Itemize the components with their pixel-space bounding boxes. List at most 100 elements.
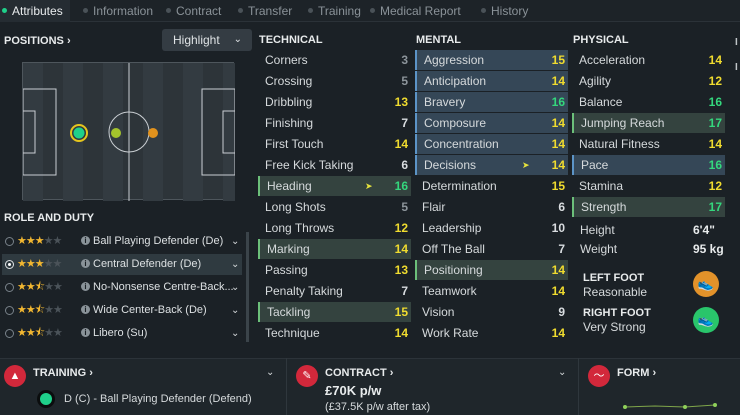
attribute-row-flair[interactable]: Flair 6 xyxy=(415,197,568,217)
attribute-name: Dribbling xyxy=(265,95,313,109)
attribute-row-agility[interactable]: Agility 12 xyxy=(572,71,725,91)
training-heading[interactable]: TRAINING › xyxy=(33,367,93,379)
attribute-row-vision[interactable]: Vision 9 xyxy=(415,302,568,322)
tab-transfer[interactable]: Transfer xyxy=(236,0,304,22)
attribute-row-bravery[interactable]: Bravery 16 xyxy=(415,92,568,112)
attribute-row-dribbling[interactable]: Dribbling 13 xyxy=(258,92,411,112)
tab-training[interactable]: Training xyxy=(306,0,366,22)
attribute-row-crossing[interactable]: Crossing 5 xyxy=(258,71,411,91)
attribute-value: 14 xyxy=(394,137,408,151)
tab-dot-icon xyxy=(370,8,375,13)
role-duty-heading: ROLE AND DUTY xyxy=(4,212,95,224)
right-foot-boot-icon: 👟 xyxy=(693,307,719,333)
attribute-row-off-the-ball[interactable]: Off The Ball 7 xyxy=(415,239,568,259)
attribute-name: Corners xyxy=(265,53,308,67)
highlight-dropdown[interactable]: Highlight ⌄ xyxy=(162,29,252,51)
attribute-row-decisions[interactable]: Decisions ➤ 14 xyxy=(415,155,568,175)
role-row[interactable]: ★★★★★ i Central Defender (De) ⌄ xyxy=(2,254,242,275)
attribute-row-pace[interactable]: Pace 16 xyxy=(572,155,725,175)
attribute-row-natural-fitness[interactable]: Natural Fitness 14 xyxy=(572,134,725,154)
positions-heading[interactable]: POSITIONS › xyxy=(4,35,71,47)
attribute-row-acceleration[interactable]: Acceleration 14 xyxy=(572,50,725,70)
info-icon[interactable]: i xyxy=(81,282,90,291)
tab-dot-icon xyxy=(166,8,171,13)
attribute-row-balance[interactable]: Balance 16 xyxy=(572,92,725,112)
attribute-row-aggression[interactable]: Aggression 15 xyxy=(415,50,568,70)
tab-medical-report[interactable]: Medical Report xyxy=(368,0,476,22)
attribute-value: 14 xyxy=(551,158,565,172)
contract-heading[interactable]: CONTRACT › xyxy=(325,367,393,379)
attribute-row-concentration[interactable]: Concentration 14 xyxy=(415,134,568,154)
attribute-row-technique[interactable]: Technique 14 xyxy=(258,323,411,343)
attribute-value: 9 xyxy=(558,305,565,319)
role-radio[interactable] xyxy=(5,283,14,292)
attribute-row-long-throws[interactable]: Long Throws 12 xyxy=(258,218,411,238)
attribute-name: Agility xyxy=(579,74,612,88)
attribute-row-first-touch[interactable]: First Touch 14 xyxy=(258,134,411,154)
attribute-row-determination[interactable]: Determination 15 xyxy=(415,176,568,196)
attribute-name: Tackling xyxy=(267,305,311,319)
attribute-row-anticipation[interactable]: Anticipation 14 xyxy=(415,71,568,91)
attribute-row-composure[interactable]: Composure 14 xyxy=(415,113,568,133)
role-row[interactable]: ★★⯪★★ i Libero (Su) ⌄ xyxy=(2,323,242,344)
attribute-value: 14 xyxy=(394,242,408,256)
chevron-down-icon[interactable]: ⌄ xyxy=(231,300,239,321)
attribute-row-teamwork[interactable]: Teamwork 14 xyxy=(415,281,568,301)
left-foot-label: LEFT FOOT xyxy=(583,272,645,284)
role-radio[interactable] xyxy=(5,260,14,269)
chevron-down-icon[interactable]: ⌄ xyxy=(231,254,239,275)
attribute-value: 14 xyxy=(551,137,565,151)
info-icon[interactable]: i xyxy=(81,305,90,314)
tab-contract[interactable]: Contract xyxy=(164,0,234,22)
attribute-row-jumping-reach[interactable]: Jumping Reach 17 xyxy=(572,113,725,133)
role-name: Libero (Su) xyxy=(93,327,148,339)
tab-label: Attributes xyxy=(12,4,63,18)
attribute-name: Bravery xyxy=(424,95,466,109)
positions-pitch[interactable] xyxy=(22,62,235,201)
role-radio[interactable] xyxy=(5,237,14,246)
attribute-value: 17 xyxy=(708,116,722,130)
role-row[interactable]: ★★⯪★★ i Wide Center-Back (De) ⌄ xyxy=(2,300,242,321)
attribute-row-heading[interactable]: Heading ➤ 16 xyxy=(258,176,411,196)
progress-arrow-icon: ➤ xyxy=(365,181,373,191)
pitch-diagram xyxy=(23,63,235,201)
attribute-row-penalty-taking[interactable]: Penalty Taking 7 xyxy=(258,281,411,301)
attribute-value: 14 xyxy=(708,53,722,67)
position-dot-mc xyxy=(148,128,158,138)
tab-label: Training xyxy=(318,4,361,18)
progress-arrow-icon: ➤ xyxy=(522,160,530,170)
attribute-row-free-kick-taking[interactable]: Free Kick Taking 6 xyxy=(258,155,411,175)
attribute-row-finishing[interactable]: Finishing 7 xyxy=(258,113,411,133)
attribute-row-leadership[interactable]: Leadership 10 xyxy=(415,218,568,238)
attribute-row-passing[interactable]: Passing 13 xyxy=(258,260,411,280)
attribute-row-work-rate[interactable]: Work Rate 14 xyxy=(415,323,568,343)
attribute-row-strength[interactable]: Strength 17 xyxy=(572,197,725,217)
chevron-down-icon[interactable]: ⌄ xyxy=(231,323,239,344)
chevron-down-icon[interactable]: ⌄ xyxy=(231,231,239,252)
role-rating-stars: ★★⯪★★ xyxy=(17,327,63,339)
info-icon[interactable]: i xyxy=(81,259,90,268)
roles-scrollbar[interactable] xyxy=(246,232,249,342)
form-heading[interactable]: FORM › xyxy=(617,367,656,379)
attribute-value: 6 xyxy=(558,200,565,214)
role-radio[interactable] xyxy=(5,329,14,338)
role-radio[interactable] xyxy=(5,306,14,315)
attribute-row-corners[interactable]: Corners 3 xyxy=(258,50,411,70)
role-row[interactable]: ★★⯪★★ i No-Nonsense Centre-Back... ⌄ xyxy=(2,277,242,298)
attribute-row-tackling[interactable]: Tackling 15 xyxy=(258,302,411,322)
info-icon[interactable]: i xyxy=(81,328,90,337)
chevron-down-icon[interactable]: ⌄ xyxy=(231,277,239,298)
chevron-down-icon[interactable]: ⌄ xyxy=(266,367,274,378)
attribute-row-marking[interactable]: Marking 14 xyxy=(258,239,411,259)
attribute-value: 14 xyxy=(551,116,565,130)
attribute-row-stamina[interactable]: Stamina 12 xyxy=(572,176,725,196)
chevron-down-icon[interactable]: ⌄ xyxy=(558,367,566,378)
attribute-row-long-shots[interactable]: Long Shots 5 xyxy=(258,197,411,217)
tab-history[interactable]: History xyxy=(479,0,539,22)
tab-information[interactable]: Information xyxy=(81,0,161,22)
info-icon[interactable]: i xyxy=(81,236,90,245)
role-row[interactable]: ★★★★★ i Ball Playing Defender (De) ⌄ xyxy=(2,231,242,252)
attribute-row-positioning[interactable]: Positioning 14 xyxy=(415,260,568,280)
attribute-name: Determination xyxy=(422,179,497,193)
tab-attributes[interactable]: Attributes xyxy=(0,0,70,22)
